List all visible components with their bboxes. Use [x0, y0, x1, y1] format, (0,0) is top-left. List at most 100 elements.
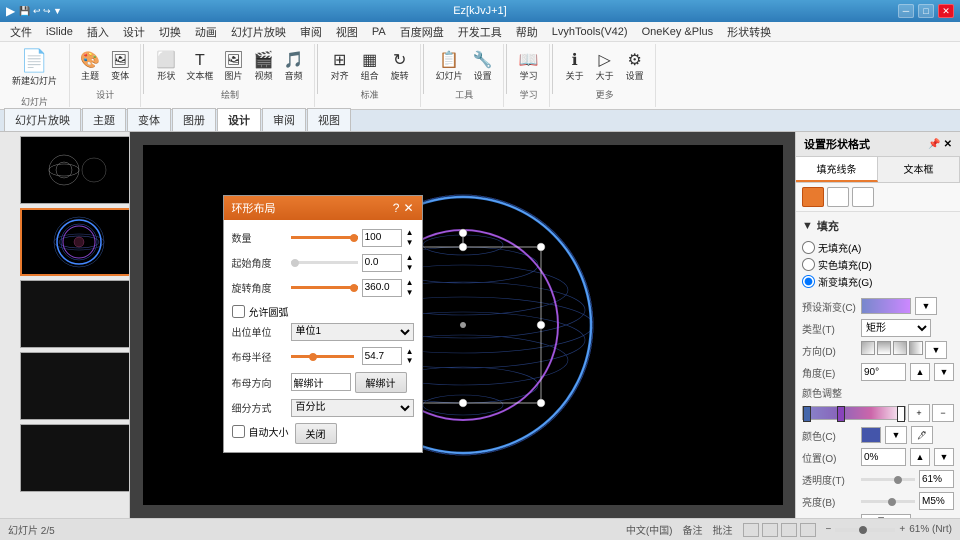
preset-color-preview[interactable] [861, 298, 911, 314]
dialog-sweep-slider[interactable] [291, 286, 358, 289]
gradient-stop-2[interactable] [837, 406, 845, 422]
shape-button[interactable]: ⬜ 形状 [152, 51, 180, 84]
theme-button[interactable]: 🎨 主题 [76, 51, 104, 84]
trans-thumb[interactable] [894, 476, 902, 484]
dialog-count-input[interactable]: 100 [362, 229, 402, 247]
dialog-sweep-input[interactable]: 360.0 [362, 279, 402, 297]
menu-islide[interactable]: iSlide [40, 24, 79, 40]
tab-view[interactable]: 视图 [307, 108, 351, 131]
dialog-unit-select[interactable]: 单位1 [291, 323, 414, 341]
image-button[interactable]: 🖼 图片 [219, 51, 247, 84]
group-button[interactable]: ▦ 组合 [356, 51, 384, 84]
right-panel-pin[interactable]: 📌 [928, 139, 940, 150]
dir-btn-1[interactable] [861, 341, 875, 355]
preset-dropdown-btn[interactable]: ▼ [915, 297, 937, 315]
dialog-sweep-down[interactable]: ▼ [406, 288, 414, 298]
gradient-del-btn[interactable]: − [932, 404, 954, 422]
slide-sorter-btn[interactable] [762, 523, 778, 537]
menu-insert[interactable]: 插入 [81, 22, 115, 42]
dialog-radius-up[interactable]: ▲ [406, 347, 414, 357]
greater-button[interactable]: ▷ 大于 [591, 51, 619, 84]
menu-lvyh[interactable]: LvyhTools(V42) [546, 24, 634, 40]
tab-designtools[interactable]: 设计 [217, 108, 261, 131]
video-button[interactable]: 🎬 视频 [250, 51, 278, 84]
gradient-stop-1[interactable] [803, 406, 811, 422]
dialog-relpos-select[interactable]: 百分比 绝对值 [291, 399, 414, 417]
prop-type-select[interactable]: 矩形 线性 射线 [861, 319, 931, 337]
learn-button[interactable]: 📖 学习 [515, 51, 543, 84]
dialog-start-angle-up[interactable]: ▲ [406, 253, 414, 263]
dialog-start-angle-thumb[interactable] [291, 259, 299, 267]
minimize-button[interactable]: ─ [898, 4, 914, 18]
tab-album[interactable]: 图册 [172, 108, 216, 131]
dialog-radius-slider[interactable] [291, 355, 354, 358]
tab-theme[interactable]: 主题 [82, 108, 126, 131]
dialog-start-angle-slider[interactable] [291, 261, 358, 264]
pptool-button[interactable]: 🔧 设置 [469, 51, 497, 84]
settings-button[interactable]: ⚙ 设置 [621, 51, 649, 84]
angle-down-btn[interactable]: ▼ [934, 363, 954, 381]
prop-angle-input[interactable] [861, 363, 906, 381]
menu-baidu[interactable]: 百度网盘 [394, 22, 450, 42]
right-tab-textbox[interactable]: 文本框 [878, 157, 960, 182]
menu-design[interactable]: 设计 [117, 22, 151, 42]
line-icon-button[interactable] [827, 187, 849, 207]
fill-gradient-radio[interactable] [802, 275, 815, 288]
tab-slideshow[interactable]: 幻灯片放映 [4, 108, 81, 131]
fill-none-radio[interactable] [802, 241, 815, 254]
direction-more-btn[interactable]: ▼ [925, 341, 947, 359]
dialog-count-up[interactable]: ▲ [406, 228, 414, 238]
dialog-radius-down[interactable]: ▼ [406, 356, 414, 366]
fill-section-header[interactable]: ▼ 填充 [802, 218, 954, 234]
dialog-start-angle-input[interactable]: 0.0 [362, 254, 402, 272]
fullscreen-btn[interactable] [800, 523, 816, 537]
pos-up-btn[interactable]: ▲ [910, 448, 930, 466]
dialog-count-thumb[interactable] [350, 234, 358, 242]
zoom-slider[interactable] [835, 528, 895, 532]
slide-canvas[interactable]: 环形布局 ? ✕ 数量 100 [143, 145, 783, 505]
dialog-count-down[interactable]: ▼ [406, 238, 414, 248]
dir-btn-3[interactable] [893, 341, 907, 355]
right-panel-close[interactable]: ✕ [944, 139, 952, 150]
slide-thumb-1[interactable] [20, 136, 130, 204]
slide-thumb-5[interactable] [20, 424, 130, 492]
rotate-button[interactable]: ↻ 旋转 [386, 51, 414, 84]
normal-view-btn[interactable] [743, 523, 759, 537]
slide-tool-button[interactable]: 📋 幻灯片 [432, 51, 467, 84]
dialog-help-button[interactable]: ? [393, 201, 400, 215]
prop-color-picker[interactable]: 🖊 [911, 426, 933, 444]
dialog-radius-input[interactable]: 54.7 [362, 347, 402, 365]
prop-color-preview[interactable] [861, 427, 881, 443]
fill-icon-button[interactable] [802, 187, 824, 207]
prop-trans-input[interactable] [919, 470, 954, 488]
tab-variant[interactable]: 变体 [127, 108, 171, 131]
slide-thumb-4[interactable] [20, 352, 130, 420]
dialog-start-angle-down[interactable]: ▼ [406, 263, 414, 273]
reading-view-btn[interactable] [781, 523, 797, 537]
dialog-sweep-thumb[interactable] [350, 284, 358, 292]
prop-pos-input[interactable] [861, 448, 906, 466]
menu-transition[interactable]: 切换 [153, 22, 187, 42]
variant-button[interactable]: 🖼 变体 [106, 51, 134, 84]
dialog-close-button[interactable]: ✕ [403, 201, 413, 215]
close-button[interactable]: ✕ [938, 4, 954, 18]
prop-color-btn[interactable]: ▼ [885, 426, 907, 444]
zoom-thumb[interactable] [859, 526, 867, 534]
maximize-button[interactable]: □ [918, 4, 934, 18]
menu-help[interactable]: 帮助 [510, 22, 544, 42]
dialog-arc-checkbox[interactable] [232, 305, 245, 318]
dir-btn-4[interactable] [909, 341, 923, 355]
dir-btn-2[interactable] [877, 341, 891, 355]
slide-thumb-2[interactable] [20, 208, 130, 276]
dialog-count-slider[interactable] [291, 236, 358, 239]
bright-thumb[interactable] [888, 498, 896, 506]
menu-animation[interactable]: 动画 [189, 22, 223, 42]
pos-down-btn[interactable]: ▼ [934, 448, 954, 466]
gradient-add-btn[interactable]: + [908, 404, 930, 422]
menu-view[interactable]: 视图 [330, 22, 364, 42]
angle-up-btn[interactable]: ▲ [910, 363, 930, 381]
align-button[interactable]: ⊞ 对齐 [326, 51, 354, 84]
dialog-direction-input[interactable]: 解绑计 [291, 373, 351, 391]
effect-icon-button[interactable] [852, 187, 874, 207]
prop-bright-input[interactable] [919, 492, 954, 510]
